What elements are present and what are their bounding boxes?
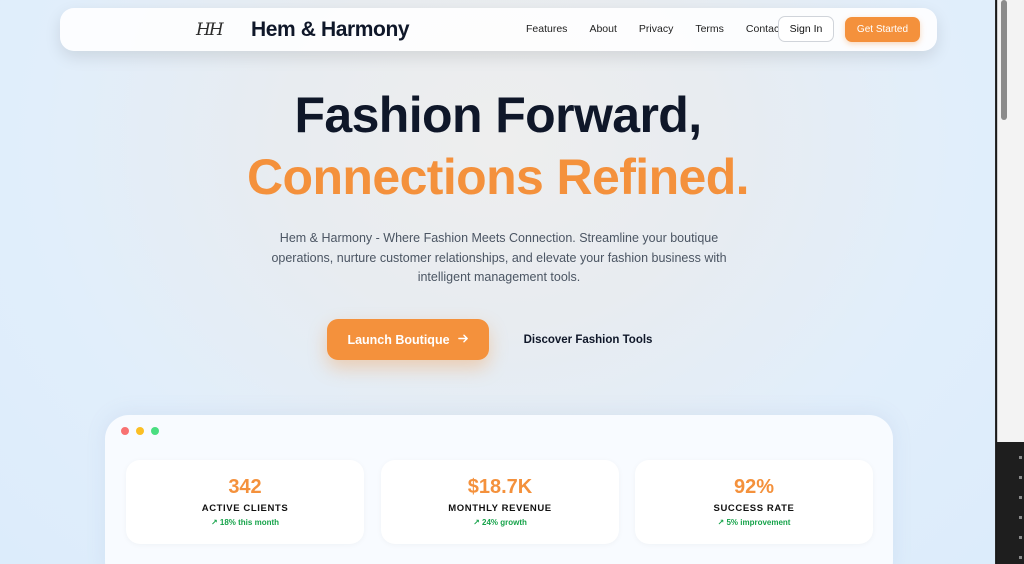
get-started-button[interactable]: Get Started xyxy=(845,17,920,42)
stat-card-active-clients: 342 ACTIVE CLIENTS ↗ 18% this month xyxy=(126,460,364,544)
nav-links: Features About Privacy Terms Contact xyxy=(526,23,782,35)
sign-in-button[interactable]: Sign In xyxy=(778,16,834,42)
nav-link-privacy[interactable]: Privacy xyxy=(639,23,673,35)
stat-value: $18.7K xyxy=(467,476,533,498)
adjacent-window-edge xyxy=(997,0,1024,564)
nav-link-contact[interactable]: Contact xyxy=(746,23,782,35)
arrow-right-icon xyxy=(457,333,469,347)
stat-label: SUCCESS RATE xyxy=(713,503,795,514)
discover-fashion-tools-button[interactable]: Discover Fashion Tools xyxy=(507,319,669,360)
stat-card-monthly-revenue: $18.7K MONTHLY REVENUE ↗ 24% growth xyxy=(381,460,619,544)
launch-boutique-button[interactable]: Launch Boutique xyxy=(327,319,489,360)
page-viewport: HH Hem & Harmony Features About Privacy … xyxy=(0,0,996,564)
stat-label: ACTIVE CLIENTS xyxy=(201,503,289,514)
nav-link-features[interactable]: Features xyxy=(526,23,567,35)
stat-trend: ↗ 18% this month xyxy=(210,518,280,527)
stat-value: 92% xyxy=(733,476,775,498)
stat-value: 342 xyxy=(228,476,262,498)
brand-name[interactable]: Hem & Harmony xyxy=(251,18,410,42)
stat-trend: ↗ 5% improvement xyxy=(717,518,791,527)
stat-card-success-rate: 92% SUCCESS RATE ↗ 5% improvement xyxy=(635,460,873,544)
logo-icon[interactable]: HH xyxy=(196,18,242,42)
window-close-dot xyxy=(121,427,129,435)
hero-headline-line1: Fashion Forward, xyxy=(294,87,702,143)
launch-boutique-label: Launch Boutique xyxy=(347,332,450,347)
hero-headline-line2: Connections Refined. xyxy=(247,149,750,205)
nav-link-terms[interactable]: Terms xyxy=(695,23,724,35)
hero-description: Hem & Harmony - Where Fashion Meets Conn… xyxy=(271,231,727,284)
scrollbar-thumb[interactable] xyxy=(1001,0,1007,120)
window-minimize-dot xyxy=(136,427,144,435)
stat-trend: ↗ 24% growth xyxy=(473,518,527,527)
window-maximize-dot xyxy=(151,427,159,435)
stat-label: MONTHLY REVENUE xyxy=(448,503,552,514)
dashboard-preview: 342 ACTIVE CLIENTS ↗ 18% this month $18.… xyxy=(105,415,893,564)
nav-link-about[interactable]: About xyxy=(589,23,616,35)
scrollbar-track[interactable] xyxy=(997,0,1024,442)
top-navbar: HH Hem & Harmony Features About Privacy … xyxy=(60,8,937,51)
terminal-edge xyxy=(997,442,1024,564)
